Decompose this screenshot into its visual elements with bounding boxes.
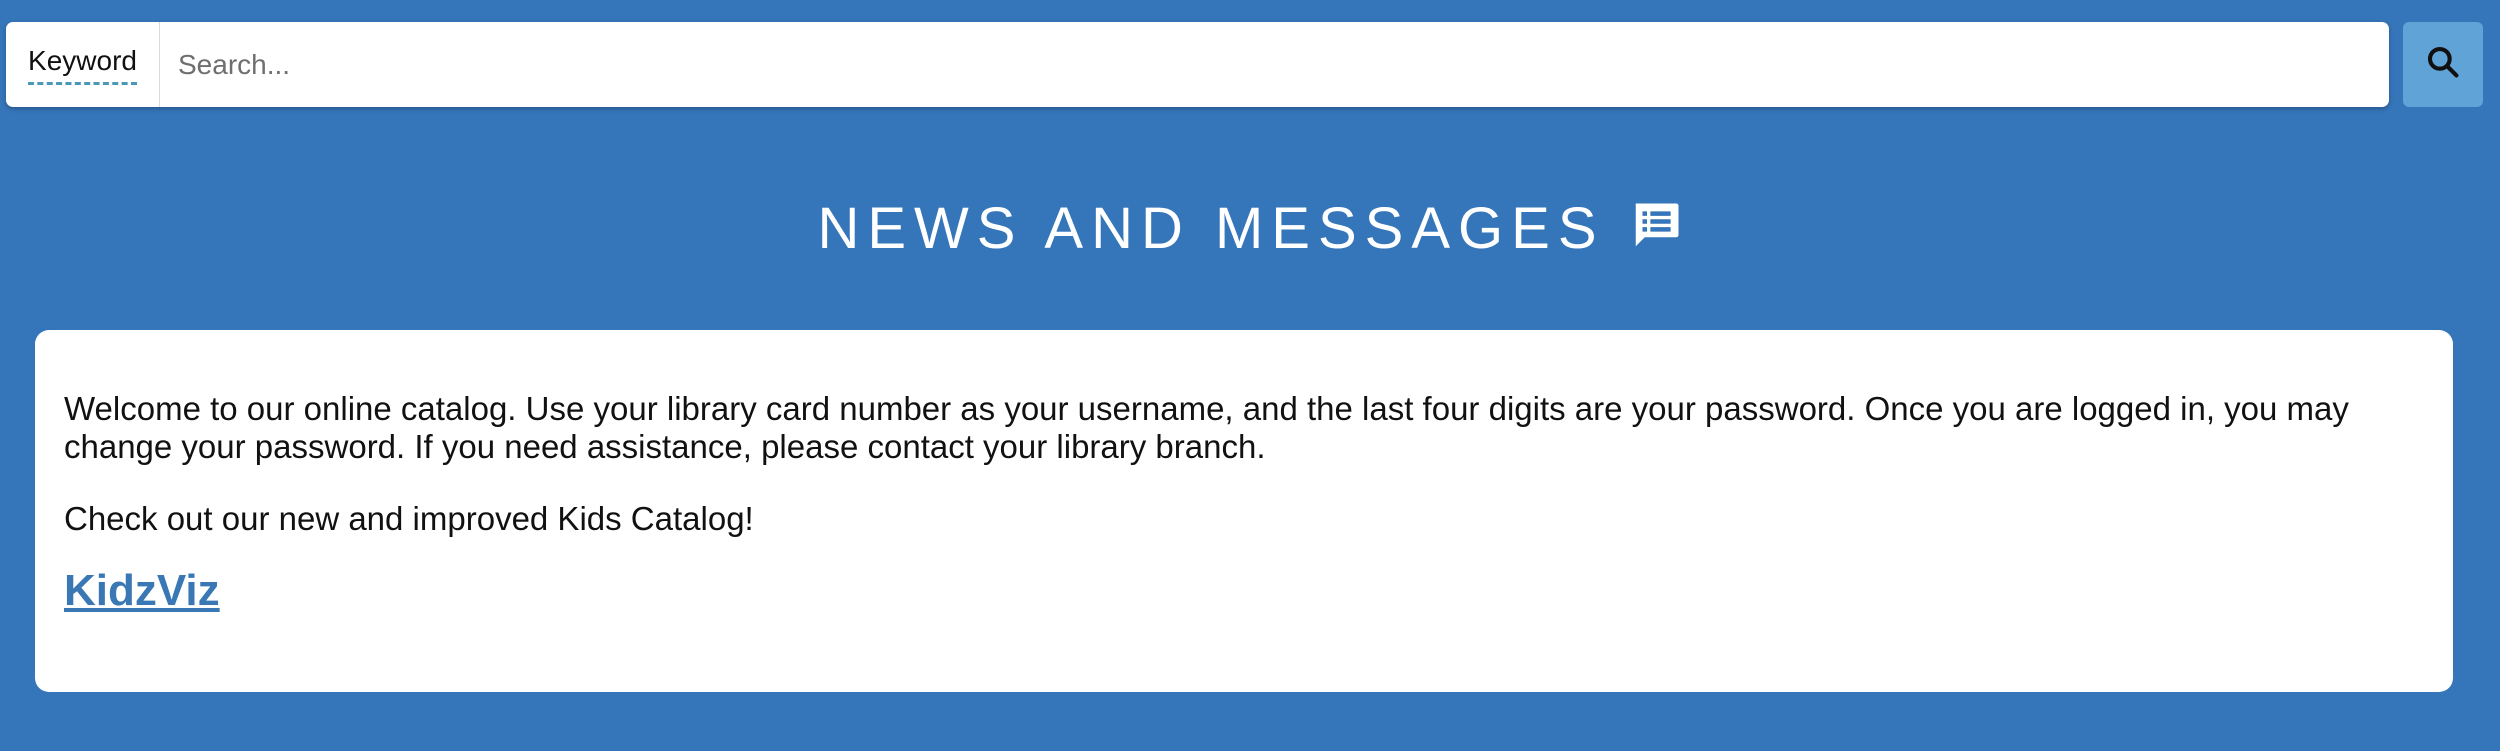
search-type-label: Keyword (28, 44, 137, 85)
search-button[interactable] (2403, 22, 2483, 107)
search-bar: Keyword (6, 22, 2389, 107)
search-type-selector[interactable]: Keyword (6, 22, 160, 107)
kidzviz-link[interactable]: KidzViz (64, 566, 220, 616)
search-input[interactable] (160, 22, 2389, 107)
news-welcome-text: Welcome to our online catalog. Use your … (64, 390, 2349, 465)
page-title: NEWS AND MESSAGES (817, 196, 1605, 261)
news-card: Welcome to our online catalog. Use your … (35, 330, 2453, 692)
search-icon (2424, 43, 2462, 86)
news-kids-catalog-text: Check out our new and improved Kids Cata… (64, 500, 754, 537)
news-heading: NEWS AND MESSAGES (0, 200, 2500, 258)
message-list-icon (1629, 203, 1683, 253)
